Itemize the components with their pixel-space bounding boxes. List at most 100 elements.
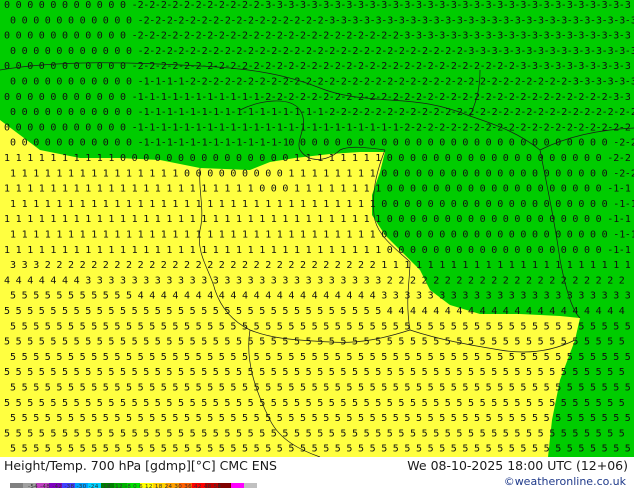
temperature-value: 5 [486,444,492,455]
temperature-value: 0 [509,199,515,210]
temperature-value: -2 [433,61,445,72]
temperature-value: -2 [561,122,573,133]
temperature-value: -1 [219,138,231,149]
temperature-value: 0 [56,46,62,57]
temperature-value: 0 [462,138,468,149]
temperature-value: 5 [346,383,352,394]
temperature-value: 5 [74,306,80,317]
temperature-value: -3 [607,0,619,11]
temperature-value: 0 [398,184,404,195]
temperature-value: -2 [613,168,625,179]
temperature-value: -1 [277,138,289,149]
credit-link[interactable]: ©weatheronline.co.uk [504,475,626,488]
temperature-value: 5 [364,367,370,378]
temperature-value: -2 [277,15,289,26]
temperature-value: -2 [433,122,445,133]
temperature-value: 0 [50,0,56,11]
temperature-value: 5 [85,428,91,439]
temperature-value: 5 [410,398,416,409]
temperature-value: 5 [265,383,271,394]
temperature-value: 1 [242,230,248,241]
temperature-value: -2 [143,0,155,11]
temperature-value: -3 [538,0,550,11]
temperature-value: 0 [602,168,608,179]
temperature-value: 1 [184,230,190,241]
temperature-value: 0 [120,92,126,103]
temperature-value: 5 [625,444,631,455]
temperature-value: -2 [549,122,561,133]
temperature-value: 0 [126,15,132,26]
temperature-value: -2 [207,15,219,26]
temperature-value: -2 [422,92,434,103]
temperature-value: 5 [219,321,225,332]
temperature-value: 0 [91,46,97,57]
temperature-value: 5 [404,444,410,455]
temperature-value: -1 [224,92,236,103]
temperature-value: 1 [201,214,207,225]
temperature-value: 0 [561,153,567,164]
temperature-value: 5 [184,352,190,363]
temperature-value: -1 [219,107,231,118]
temperature-value: 1 [33,199,39,210]
temperature-value: 3 [224,275,230,286]
temperature-value: 0 [462,168,468,179]
temperature-value: 2 [387,275,393,286]
temperature-value: 1 [22,199,28,210]
temperature-value: -2 [364,61,376,72]
temperature-value: 5 [91,291,97,302]
temperature-value: 1 [172,168,178,179]
temperature-value: 5 [572,337,578,348]
temperature-value: 0 [114,107,120,118]
temperature-value: 0 [282,184,288,195]
temperature-value: 1 [625,260,631,271]
temperature-value: -3 [613,77,625,88]
temperature-value: 5 [370,383,376,394]
temperature-value: 5 [56,291,62,302]
temperature-value: 5 [265,352,271,363]
temperature-value: 5 [439,383,445,394]
temperature-value: -1 [613,199,625,210]
temperature-value: 5 [456,428,462,439]
temperature-value: 5 [451,413,457,424]
temperature-value: -3 [549,31,561,42]
temperature-value: 4 [149,291,155,302]
temperature-value: 5 [184,413,190,424]
temperature-value: 5 [224,398,230,409]
temperature-value: -2 [468,61,480,72]
temperature-value: 2 [126,260,132,271]
temperature-value: 0 [584,245,590,256]
temperature-value: 0 [97,31,103,42]
temperature-value: -1 [254,138,266,149]
temperature-value: 4 [184,291,190,302]
temperature-value: -2 [132,0,144,11]
temperature-value: 1 [74,184,80,195]
temperature-value: 1 [317,153,323,164]
temperature-value: 1 [91,199,97,210]
temperature-value: 5 [497,383,503,394]
temperature-value: -2 [613,107,625,118]
temperature-value: 0 [474,230,480,241]
temperature-value: 4 [491,306,497,317]
temperature-value: 5 [282,306,288,317]
temperature-value: 5 [607,428,613,439]
temperature-value: -3 [491,31,503,42]
temperature-value: -2 [155,31,167,42]
temperature-value: 5 [300,352,306,363]
valid-time: We 08-10-2025 18:00 UTC (12+06) [407,458,628,473]
temperature-value: 1 [97,184,103,195]
temperature-value: 5 [346,352,352,363]
temperature-value: 5 [578,444,584,455]
temperature-value: 2 [300,260,306,271]
temperature-value: 5 [207,321,213,332]
temperature-value: 5 [33,444,39,455]
temperature-value: 5 [4,306,10,317]
temperature-value: -2 [555,107,567,118]
temperature-value: 0 [590,138,596,149]
temperature-value: 0 [433,153,439,164]
temperature-value: 5 [317,367,323,378]
temperature-value: 5 [352,367,358,378]
temperature-value: 0 [80,15,86,26]
temperature-value: 0 [398,153,404,164]
temperature-value: 5 [312,383,318,394]
temperature-value: -2 [178,31,190,42]
